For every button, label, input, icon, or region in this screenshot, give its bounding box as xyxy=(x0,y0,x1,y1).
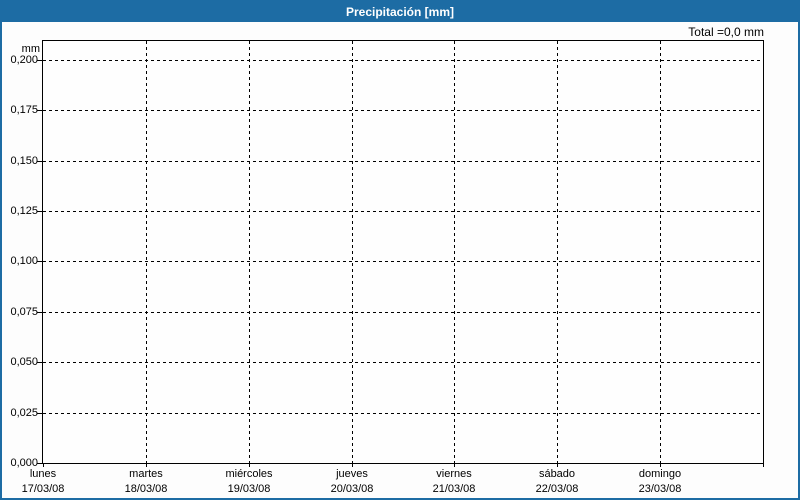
gridline-horizontal xyxy=(43,362,763,363)
gridline-horizontal xyxy=(43,60,763,61)
x-tick-label: miércoles 19/03/08 xyxy=(225,467,272,497)
x-tick-day-name: viernes xyxy=(436,468,472,480)
y-tick-label: 0,050 xyxy=(10,356,38,368)
y-tick-label: 0,175 xyxy=(10,104,38,116)
y-tick-label: 0,150 xyxy=(10,155,38,167)
gridline-vertical xyxy=(352,41,353,463)
x-tick-date: 20/03/08 xyxy=(330,483,374,495)
x-axis-tick xyxy=(763,463,764,467)
x-tick-date: 21/03/08 xyxy=(432,483,476,495)
y-tick-label: 0,125 xyxy=(10,205,38,217)
gridline-vertical xyxy=(249,41,250,463)
gridline-vertical xyxy=(557,41,558,463)
x-tick-label: domingo 23/03/08 xyxy=(639,467,682,497)
gridline-horizontal xyxy=(43,312,763,313)
x-tick-date: 18/03/08 xyxy=(124,483,168,495)
gridline-horizontal xyxy=(43,261,763,262)
x-tick-date: 22/03/08 xyxy=(535,483,579,495)
gridline-vertical xyxy=(454,41,455,463)
x-tick-label: sábado 22/03/08 xyxy=(536,467,579,497)
x-tick-label: lunes 17/03/08 xyxy=(22,467,65,497)
y-tick-label: 0,025 xyxy=(10,407,38,419)
y-tick-label: 0,200 xyxy=(10,54,38,66)
x-tick-day-name: sábado xyxy=(538,468,576,480)
plot-area: 0,200 0,175 0,150 0,125 0,100 0,075 0,050 0,025… xyxy=(10,40,764,495)
gridline-horizontal xyxy=(43,211,763,212)
x-tick-label: martes 18/03/08 xyxy=(125,467,168,497)
gridline-vertical xyxy=(660,41,661,463)
y-tick-label: 0,100 xyxy=(10,255,38,267)
x-tick-date: 17/03/08 xyxy=(21,483,65,495)
gridline-vertical xyxy=(146,41,147,463)
total-annotation: Total =0,0 mm xyxy=(688,25,764,39)
chart-title-bar: Precipitación [mm] xyxy=(2,2,798,22)
gridline-horizontal xyxy=(43,413,763,414)
x-tick-day-name: martes xyxy=(129,468,163,480)
gridline-horizontal xyxy=(43,161,763,162)
x-tick-day-name: jueves xyxy=(336,468,368,480)
x-tick-day-name: lunes xyxy=(29,468,57,480)
x-tick-date: 19/03/08 xyxy=(227,483,271,495)
y-tick-label: 0,075 xyxy=(10,306,38,318)
x-tick-date: 23/03/08 xyxy=(638,483,682,495)
gridline-horizontal xyxy=(43,110,763,111)
chart-window: Precipitación [mm] Total =0,0 mm mm 0,20… xyxy=(0,0,800,500)
x-tick-label: viernes 21/03/08 xyxy=(433,467,476,497)
chart-title: Precipitación [mm] xyxy=(345,5,455,19)
x-tick-label: jueves 20/03/08 xyxy=(331,467,374,497)
x-tick-day-name: miércoles xyxy=(225,468,273,480)
x-tick-day-name: domingo xyxy=(638,468,682,480)
